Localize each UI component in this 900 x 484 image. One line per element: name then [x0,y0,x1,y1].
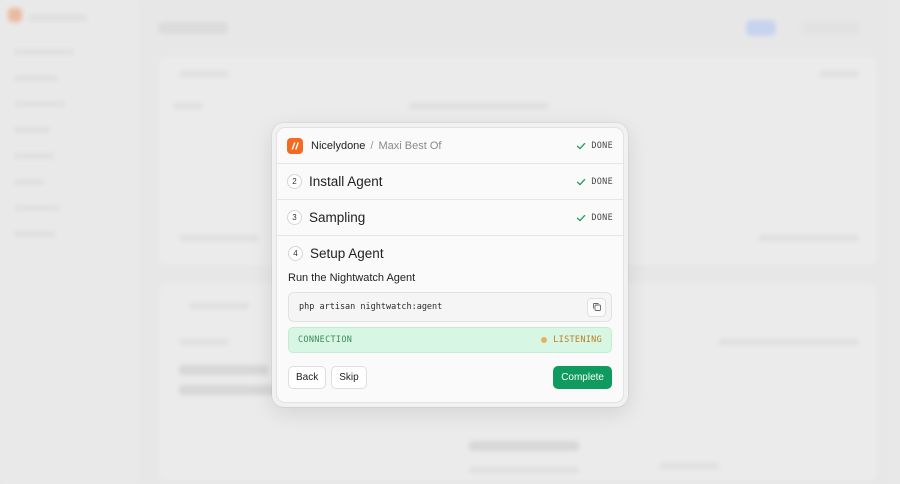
connection-label: CONNECTION [298,335,353,345]
connection-status: LISTENING [541,335,602,345]
status-badge: DONE [576,141,613,151]
step-setup-agent: 4 Setup Agent Run the Nightwatch Agent p… [277,236,623,389]
copy-icon [592,303,601,311]
step-number: 3 [287,210,302,225]
project-name: Maxi Best Of [378,139,442,152]
step-header: 4 Setup Agent [288,236,612,270]
step-organization-project: Nicelydone / Maxi Best Of DONE [277,128,623,164]
nightwatch-logo-icon [287,137,303,154]
step-title: Install Agent [309,174,383,189]
step-install-agent[interactable]: 2 Install Agent DONE [277,164,623,200]
copy-button[interactable] [587,297,606,317]
onboarding-modal-frame: Nicelydone / Maxi Best Of DONE 2 Install… [272,123,628,407]
step-number: 4 [288,245,303,261]
step-title: Setup Agent [310,245,384,261]
check-icon [577,214,586,221]
status-label: DONE [591,212,613,223]
status-label: DONE [591,176,613,187]
command-box: php artisan nightwatch:agent [288,292,612,322]
step-subtitle: Run the Nightwatch Agent [288,272,416,284]
status-badge: DONE [576,213,613,223]
status-badge: DONE [576,177,613,187]
step-sampling[interactable]: 3 Sampling DONE [277,200,623,236]
step-number: 2 [287,174,302,189]
status-dot-icon [541,337,548,343]
skip-button[interactable]: Skip [331,366,367,389]
onboarding-modal: Nicelydone / Maxi Best Of DONE 2 Install… [276,127,624,403]
connection-status-bar: CONNECTION LISTENING [288,327,612,353]
modal-footer: Back Skip Complete [288,366,612,389]
breadcrumb-separator: / [370,139,374,152]
complete-button[interactable]: Complete [553,366,612,389]
check-icon [577,142,586,149]
step-title: Sampling [309,210,366,225]
listening-label: LISTENING [553,335,602,345]
check-icon [577,178,586,185]
command-text[interactable]: php artisan nightwatch:agent [299,302,442,312]
organization-name: Nicelydone [311,139,366,152]
back-button[interactable]: Back [288,366,327,389]
status-label: DONE [591,140,613,151]
